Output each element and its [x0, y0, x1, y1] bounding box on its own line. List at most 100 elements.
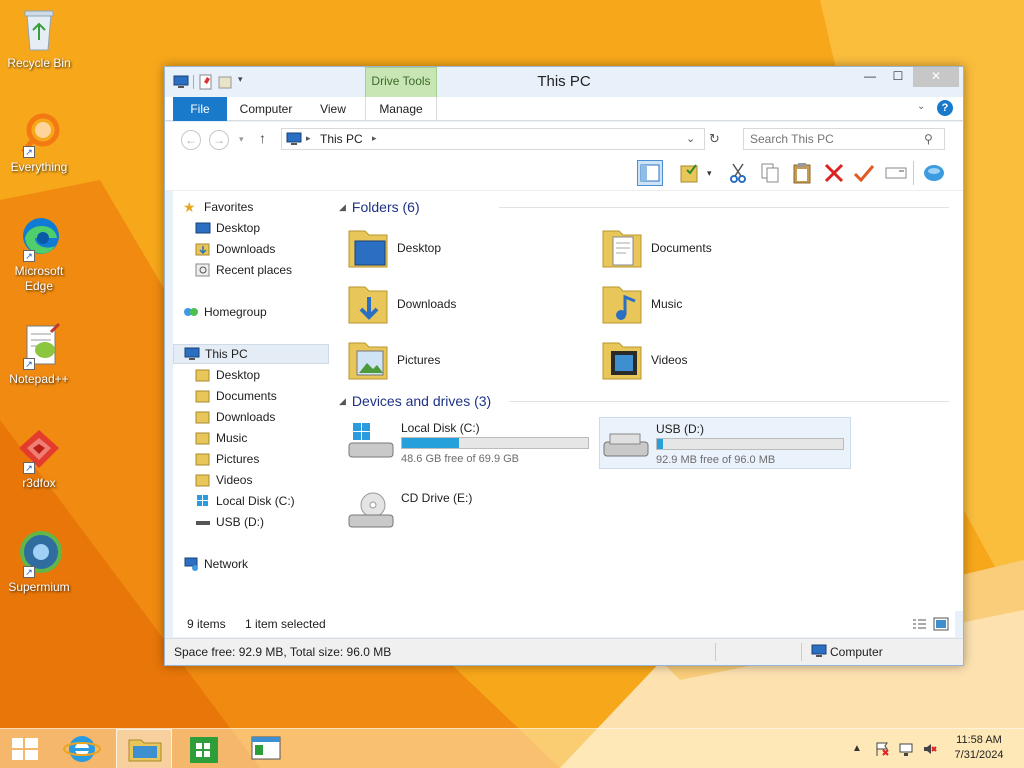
taskbar-internet-explorer[interactable]: [56, 729, 112, 768]
details-view-icon[interactable]: [911, 617, 927, 631]
back-button[interactable]: ←: [181, 130, 201, 150]
maximize-button[interactable]: ☐: [885, 67, 911, 87]
nav-this-pc-music[interactable]: Music: [195, 428, 351, 448]
group-divider: [509, 401, 949, 402]
cut-icon[interactable]: [725, 160, 751, 186]
breadcrumb-this-pc[interactable]: This PC: [320, 132, 363, 146]
minimize-button[interactable]: —: [857, 67, 883, 87]
paste-icon[interactable]: [789, 160, 815, 186]
nav-homegroup[interactable]: Homegroup: [183, 302, 339, 322]
folder-tile-pictures[interactable]: Pictures: [347, 335, 587, 385]
desktop-icon-supermium[interactable]: ↗ Supermium: [4, 530, 74, 595]
volume-muted-icon[interactable]: [922, 741, 938, 757]
nav-this-pc[interactable]: This PC: [173, 344, 329, 364]
folder-tile-documents[interactable]: Documents: [601, 223, 841, 273]
nav-this-pc-videos[interactable]: Videos: [195, 470, 351, 490]
desktop-icon-everything[interactable]: ↗ Everything: [4, 110, 74, 175]
network-status-icon[interactable]: [898, 741, 914, 757]
folder-tile-music[interactable]: Music: [601, 279, 841, 329]
breadcrumb-separator-icon: ▸: [306, 133, 311, 143]
tab-manage[interactable]: Manage: [365, 97, 437, 121]
address-bar[interactable]: ▸ This PC ▸ ⌄: [281, 128, 705, 150]
start-button[interactable]: [0, 729, 56, 768]
desktop-icon-recycle-bin[interactable]: Recycle Bin: [4, 6, 74, 71]
nav-favorites-recent-places[interactable]: Recent places: [195, 260, 351, 280]
network-globe-icon[interactable]: [921, 160, 947, 186]
drive-name: Local Disk (C:): [401, 421, 480, 435]
nav-label: Local Disk (C:): [216, 494, 295, 508]
search-box[interactable]: ⚲: [743, 128, 945, 150]
system-clock[interactable]: 11:58 AM 7/31/2024: [944, 733, 1014, 763]
folder-tile-videos[interactable]: Videos: [601, 335, 841, 385]
desktop-icon-r3dfox[interactable]: ↗ r3dfox: [4, 426, 74, 491]
nav-this-pc-desktop[interactable]: Desktop: [195, 365, 351, 385]
collapse-triangle-icon: ◢: [339, 395, 346, 406]
taskbar-app-window[interactable]: [238, 729, 294, 768]
taskbar-file-explorer[interactable]: [116, 729, 172, 768]
nav-favorites-downloads[interactable]: Downloads: [195, 239, 351, 259]
select-folder-icon[interactable]: [679, 160, 705, 186]
network-icon: [183, 557, 199, 571]
action-center-flag-icon[interactable]: [874, 741, 890, 757]
rename-check-icon[interactable]: [851, 160, 877, 186]
show-hidden-icons-chevron-icon[interactable]: ▲: [852, 743, 862, 754]
help-icon[interactable]: ?: [937, 100, 953, 116]
desktop-icon-notepad-plus-plus[interactable]: ↗ Notepad++: [4, 322, 74, 387]
drive-tile-cd-drive-e[interactable]: CD Drive (E:): [347, 487, 599, 539]
search-icon[interactable]: ⚲: [924, 132, 933, 146]
downloads-folder-icon: [347, 281, 391, 327]
preview-pane-icon[interactable]: [637, 160, 663, 186]
address-dropdown-chevron-icon[interactable]: ⌄: [686, 132, 695, 145]
close-button[interactable]: ✕: [913, 67, 959, 87]
delete-icon[interactable]: [821, 160, 847, 186]
taskbar-store[interactable]: [176, 729, 232, 768]
nav-favorites-desktop[interactable]: Desktop: [195, 218, 351, 238]
folder-tile-desktop[interactable]: Desktop: [347, 223, 587, 273]
nav-favorites[interactable]: ★ Favorites: [183, 197, 339, 217]
devices-group-header[interactable]: ◢ Devices and drives (3): [339, 391, 959, 411]
refresh-icon[interactable]: ↻: [709, 131, 727, 149]
desktop-icon-label: r3dfox: [22, 476, 56, 490]
search-input[interactable]: [750, 132, 920, 146]
desktop-icon-label: Supermium: [8, 580, 70, 594]
folder-icon: [195, 431, 211, 445]
nav-this-pc-usb-d[interactable]: USB (D:): [195, 512, 351, 532]
title-bar[interactable]: ▾ Drive Tools This PC — ☐ ✕: [165, 67, 963, 97]
drive-tile-local-disk-c[interactable]: Local Disk (C:) 48.6 GB free of 69.9 GB: [347, 417, 599, 469]
drive-usage-fill: [402, 438, 459, 448]
windows-drive-icon: [347, 421, 397, 466]
nav-this-pc-downloads[interactable]: Downloads: [195, 407, 351, 427]
copy-icon[interactable]: [757, 160, 783, 186]
nav-this-pc-pictures[interactable]: Pictures: [195, 449, 351, 469]
computer-icon: [184, 347, 200, 361]
forward-button[interactable]: →: [209, 130, 229, 150]
tab-view[interactable]: View: [305, 97, 361, 121]
separator: [193, 75, 194, 89]
nav-network[interactable]: Network: [183, 554, 339, 574]
recent-locations-chevron-icon[interactable]: ▾: [239, 134, 244, 145]
folders-group-header[interactable]: ◢ Folders (6): [339, 197, 959, 217]
up-arrow-icon[interactable]: ↑: [259, 130, 266, 146]
videos-folder-icon: [601, 337, 645, 383]
properties-icon[interactable]: [198, 74, 214, 90]
usb-drive-icon: [195, 515, 211, 529]
tab-file[interactable]: File: [173, 97, 227, 121]
folder-tile-downloads[interactable]: Downloads: [347, 279, 587, 329]
taskbar: ▲ 11:58 AM 7/31/2024: [0, 728, 1024, 768]
folder-icon: [195, 452, 211, 466]
command-toolbar: ▾: [165, 155, 963, 191]
desktop-icon-microsoft-edge[interactable]: ↗ Microsoft Edge: [4, 214, 74, 294]
nav-this-pc-documents[interactable]: Documents: [195, 386, 351, 406]
nav-this-pc-local-disk-c[interactable]: Local Disk (C:): [195, 491, 351, 511]
separator: [715, 643, 716, 661]
new-folder-icon[interactable]: [218, 74, 234, 90]
folder-label: Pictures: [397, 353, 441, 367]
dropdown-chevron-icon[interactable]: ▾: [707, 160, 717, 186]
rename-icon[interactable]: [883, 160, 909, 186]
expand-ribbon-chevron-icon[interactable]: ⌄: [917, 101, 931, 115]
large-icons-view-icon[interactable]: [933, 617, 949, 631]
breadcrumb-chevron-icon[interactable]: ▸: [372, 133, 377, 144]
tab-computer[interactable]: Computer: [231, 97, 301, 121]
customize-toolbar-chevron-icon[interactable]: ▾: [238, 74, 248, 90]
drive-tile-usb-d[interactable]: USB (D:) 92.9 MB free of 96.0 MB: [599, 417, 851, 469]
